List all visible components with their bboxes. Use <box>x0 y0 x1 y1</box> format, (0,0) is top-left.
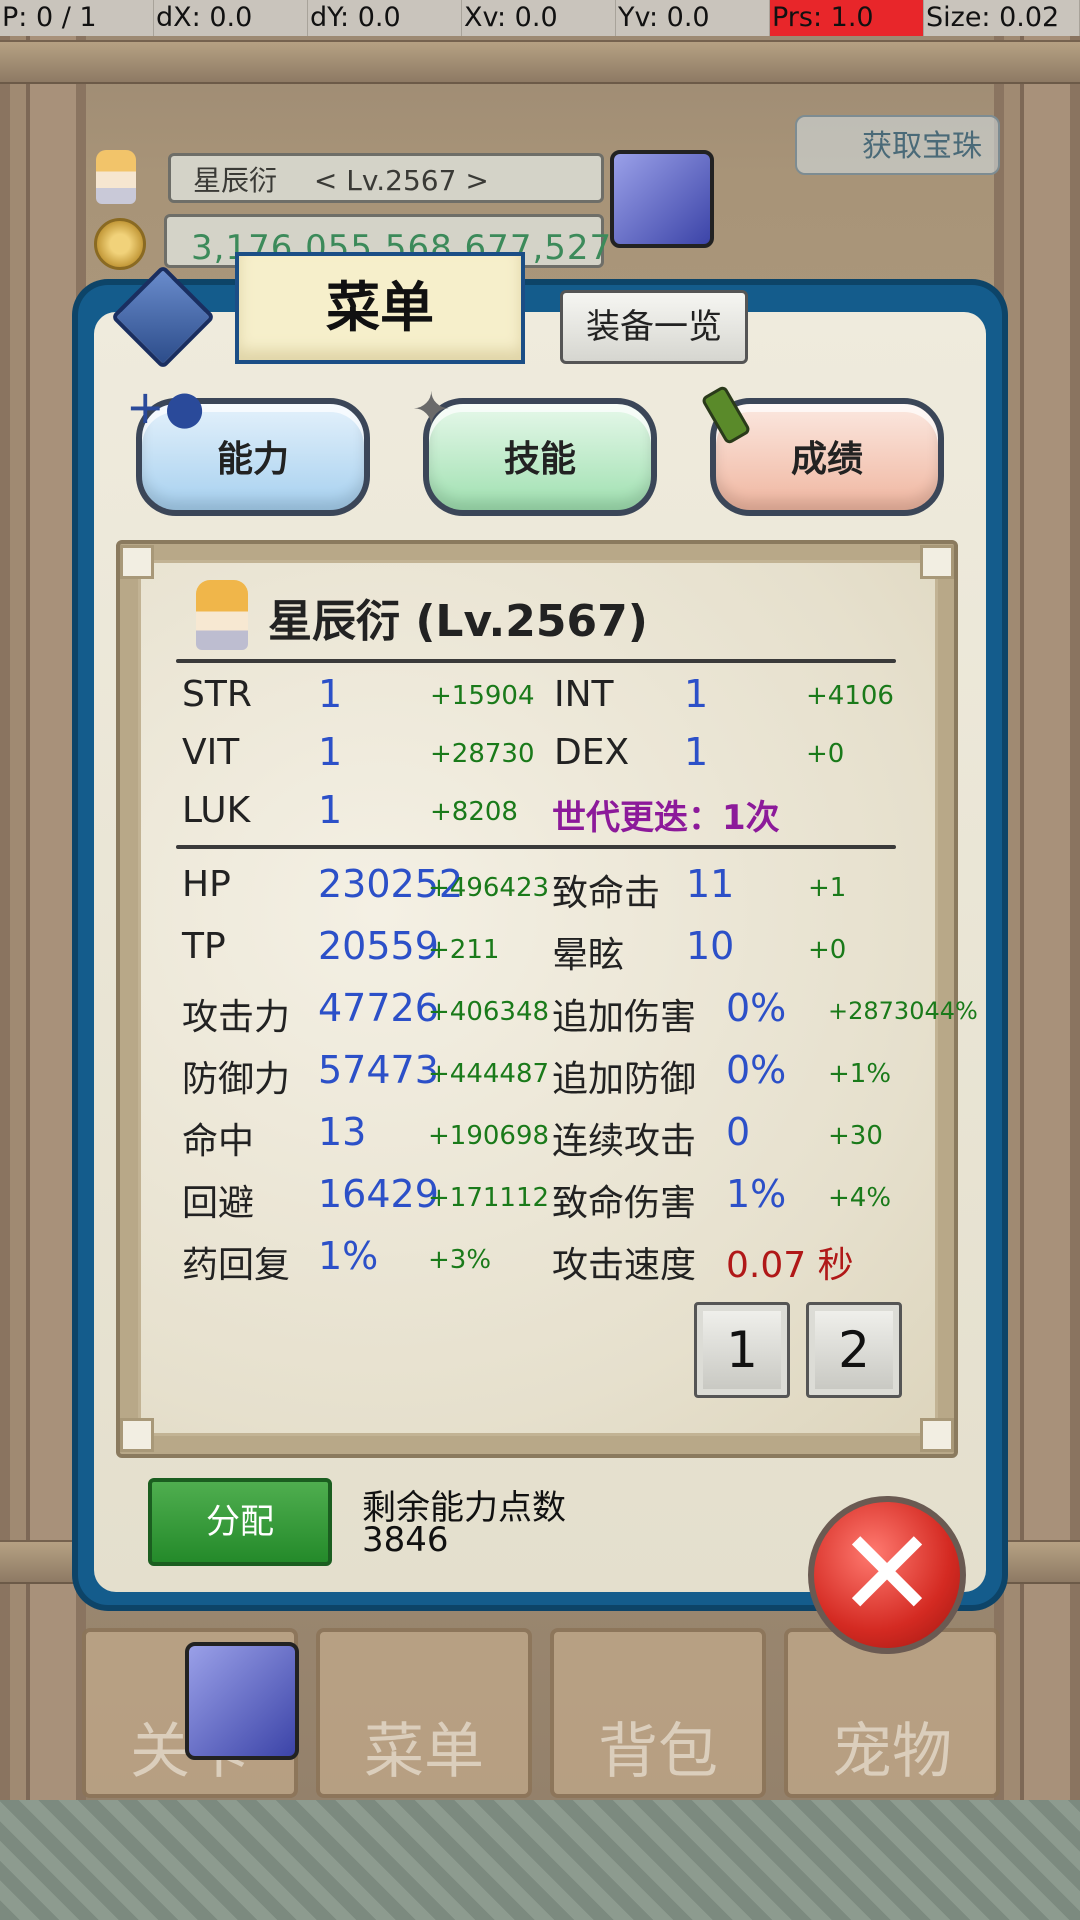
stat-bonus: +0 <box>806 739 845 769</box>
stat-bonus: +4% <box>828 1183 892 1213</box>
get-treasure-button[interactable]: 获取宝珠 <box>795 115 1000 175</box>
stat-value: 13 <box>318 1110 367 1154</box>
stat-name: 回避 <box>182 1183 255 1224</box>
stat-name: DEX <box>554 732 630 773</box>
stat-value: 1 <box>684 672 709 716</box>
stat-value: 47726 <box>318 986 439 1030</box>
nav-bag-button[interactable]: 背包 <box>550 1628 766 1798</box>
floor-tiles <box>0 1800 1080 1920</box>
stat-name: 防御力 <box>182 1059 291 1100</box>
stat-name: 晕眩 <box>552 935 625 976</box>
stat-bonus: +171112 <box>428 1183 550 1213</box>
stat-name: 致命击 <box>552 873 661 914</box>
divider <box>176 845 896 849</box>
ability-label: 能力 <box>216 439 289 480</box>
character-title: 星辰衍 (Lv.2567) <box>268 596 648 647</box>
remaining-points-value: 3846 <box>362 1520 449 1560</box>
stat-bonus: +496423 <box>428 873 550 903</box>
debug-size: Size: 0.02 <box>924 0 1080 36</box>
stat-value: 1% <box>318 1234 379 1278</box>
gift-box-icon[interactable] <box>610 150 714 248</box>
generation-count: 世代更迭：1次 <box>552 798 780 838</box>
stat-name: 追加防御 <box>552 1059 697 1100</box>
stat-bonus: +1 <box>808 873 847 903</box>
debug-pointer: P: 0 / 1 <box>0 0 154 36</box>
sparkle-icon: ✦ <box>412 382 451 436</box>
stat-name: INT <box>554 674 614 715</box>
achievement-button[interactable]: 成绩 <box>710 398 944 516</box>
stat-bonus: +3% <box>428 1245 492 1275</box>
coin-icon <box>94 218 146 270</box>
page-2-button[interactable]: 2 <box>806 1302 902 1398</box>
stat-name: LUK <box>182 790 251 831</box>
stat-bonus: +406348 <box>428 997 550 1027</box>
stat-bonus: +30 <box>828 1121 883 1151</box>
stat-value: 0 <box>726 1110 751 1154</box>
stat-value: 1 <box>318 730 343 774</box>
debug-xv: Xv: 0.0 <box>462 0 616 36</box>
pointer-debug-bar: P: 0 / 1 dX: 0.0 dY: 0.0 Xv: 0.0 Yv: 0.0… <box>0 0 1080 38</box>
stat-value: 1 <box>318 788 343 832</box>
stat-name: 攻击力 <box>182 997 291 1038</box>
stat-value: 0% <box>726 1048 787 1092</box>
hud-player-name: 星辰衍 < Lv.2567 > <box>168 153 604 203</box>
stat-bonus: +190698 <box>428 1121 550 1151</box>
stat-bonus: +211 <box>428 935 500 965</box>
stat-name: 致命伤害 <box>552 1183 697 1224</box>
top-beam <box>0 40 1080 84</box>
stat-bonus: +8208 <box>430 797 518 827</box>
skill-label: 技能 <box>503 439 576 480</box>
tab-menu[interactable]: 菜单 <box>235 252 525 364</box>
stat-name: 命中 <box>182 1121 255 1162</box>
stat-bonus: +444487 <box>428 1059 550 1089</box>
stat-value: 11 <box>686 862 735 906</box>
debug-dy: dY: 0.0 <box>308 0 462 36</box>
page-1-button[interactable]: 1 <box>694 1302 790 1398</box>
stat-name: HP <box>182 864 231 905</box>
stat-value: 1% <box>726 1172 787 1216</box>
stat-bonus: +28730 <box>430 739 535 769</box>
stat-value: 20559 <box>318 924 439 968</box>
stat-value: 0% <box>726 986 787 1030</box>
tab-equipment-list[interactable]: 装备一览 <box>560 290 748 364</box>
stat-name: 攻击速度 <box>552 1245 697 1286</box>
debug-yv: Yv: 0.0 <box>616 0 770 36</box>
card-corner <box>920 545 954 579</box>
stat-value: 57473 <box>318 1048 439 1092</box>
stat-bonus: +0 <box>808 935 847 965</box>
stat-bonus: +1% <box>828 1059 892 1089</box>
skill-button[interactable]: 技能 <box>423 398 657 516</box>
person-plus-icon: +● <box>126 380 205 434</box>
stat-value: 1 <box>684 730 709 774</box>
stat-name: 连续攻击 <box>552 1121 697 1162</box>
stat-name: STR <box>182 674 252 715</box>
stat-bonus: +2873044% <box>828 997 978 1025</box>
stat-name: 药回复 <box>182 1245 291 1286</box>
stat-bonus: +4106 <box>806 681 894 711</box>
close-icon: ✕ <box>836 1505 938 1644</box>
stat-value: 10 <box>686 924 735 968</box>
debug-pressure: Prs: 1.0 <box>770 0 924 36</box>
close-button[interactable]: ✕ <box>808 1496 966 1654</box>
hero-avatar-icon <box>96 150 136 204</box>
nav-menu-button[interactable]: 菜单 <box>316 1628 532 1798</box>
achievement-label: 成绩 <box>790 439 863 480</box>
card-corner <box>120 545 154 579</box>
left-pillar <box>0 36 86 1800</box>
card-corner <box>120 1418 154 1452</box>
stat-value: 16429 <box>318 1172 439 1216</box>
assign-points-button[interactable]: 分配 <box>148 1478 332 1566</box>
card-corner <box>920 1418 954 1452</box>
stat-bonus: +15904 <box>430 681 535 711</box>
stat-name: 追加伤害 <box>552 997 697 1038</box>
attack-speed-value: 0.07 秒 <box>726 1245 854 1286</box>
stat-name: VIT <box>182 732 240 773</box>
divider <box>176 659 896 663</box>
stat-name: TP <box>182 926 226 967</box>
character-portrait-icon <box>196 580 248 650</box>
right-pillar <box>994 36 1080 1800</box>
stat-value: 1 <box>318 672 343 716</box>
gift-box-icon[interactable] <box>185 1642 299 1760</box>
debug-dx: dX: 0.0 <box>154 0 308 36</box>
